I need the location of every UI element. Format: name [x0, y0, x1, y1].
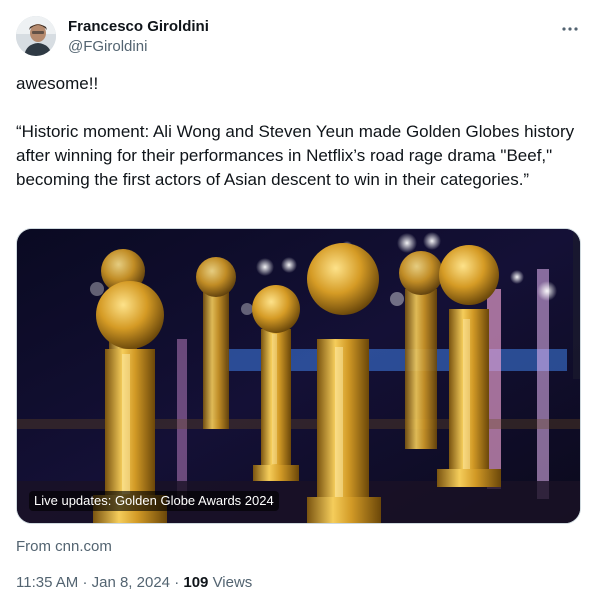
- card-caption: Live updates: Golden Globe Awards 2024: [29, 491, 279, 511]
- avatar-image: [16, 16, 56, 56]
- tweet-text: awesome!! “Historic moment: Ali Wong and…: [16, 72, 581, 192]
- more-horizontal-icon: [562, 27, 578, 31]
- tweet-time[interactable]: 11:35 AM: [16, 574, 78, 591]
- tweet-date[interactable]: Jan 8, 2024: [92, 574, 170, 591]
- tweet: Francesco Giroldini @FGiroldini awesome!…: [0, 0, 595, 597]
- avatar[interactable]: [16, 16, 56, 56]
- meta-separator: ·: [174, 574, 180, 591]
- card-image-golden-globes: [17, 229, 580, 523]
- tweet-text-line-1: awesome!!: [16, 74, 99, 93]
- tweet-meta: 11:35 AM · Jan 8, 2024 · 109 Views: [16, 574, 252, 592]
- author-handle[interactable]: @FGiroldini: [68, 38, 147, 56]
- card-source-link[interactable]: From cnn.com: [16, 538, 112, 555]
- tweet-text-quote: “Historic moment: Ali Wong and Steven Ye…: [16, 122, 575, 189]
- views-count: 109: [183, 574, 209, 591]
- author-name[interactable]: Francesco Giroldini: [68, 18, 209, 36]
- link-card[interactable]: Live updates: Golden Globe Awards 2024: [16, 228, 581, 524]
- views-label: Views: [212, 574, 253, 591]
- more-options-button[interactable]: [556, 20, 584, 38]
- meta-separator: ·: [82, 574, 88, 591]
